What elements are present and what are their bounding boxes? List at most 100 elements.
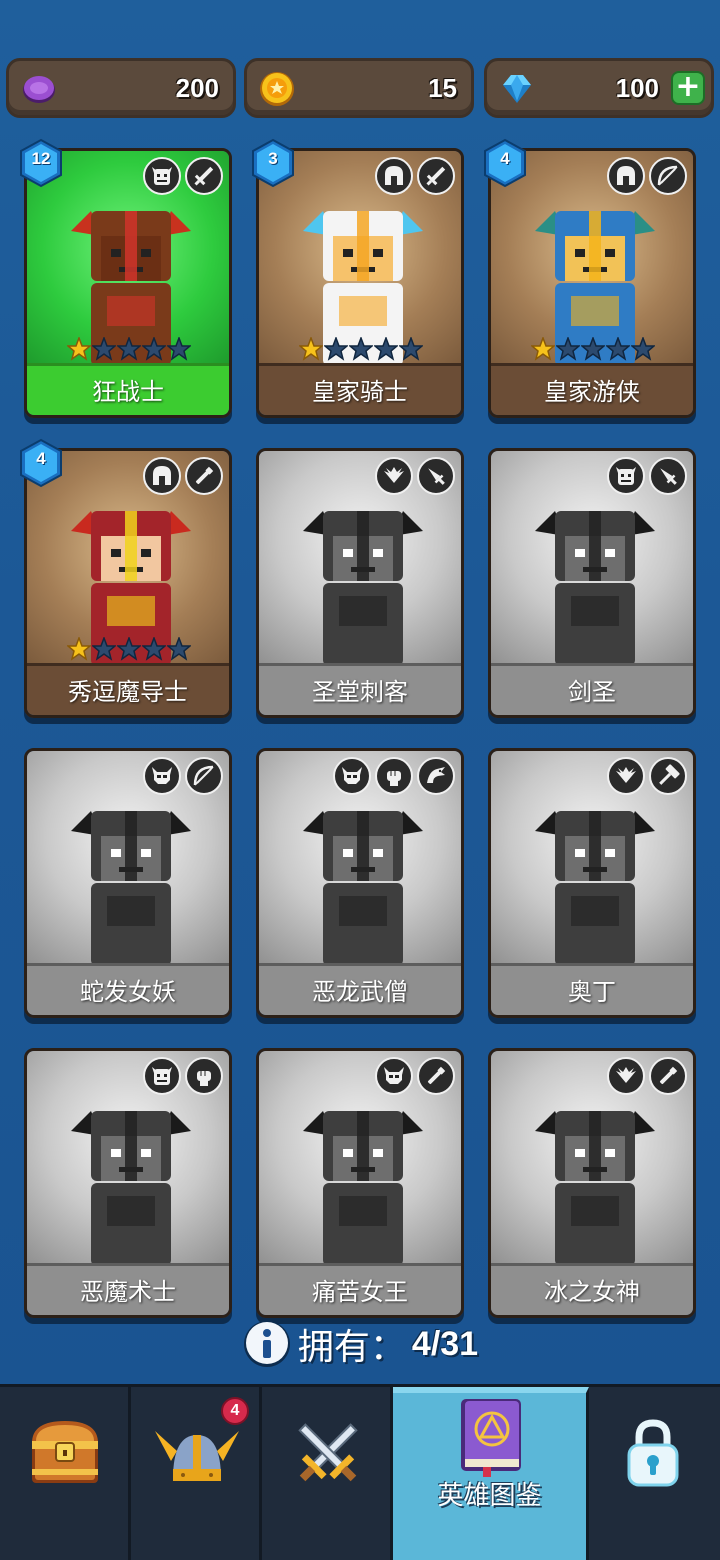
star-empty-icon bbox=[349, 337, 373, 361]
hero-portrait bbox=[535, 1111, 655, 1266]
heroes-notification-badge: 4 bbox=[221, 1397, 249, 1425]
hammer-icon bbox=[649, 757, 687, 795]
winged-emblem-icon bbox=[607, 1057, 645, 1095]
sword-icon bbox=[185, 157, 223, 195]
star-empty-icon bbox=[324, 337, 348, 361]
hero-card[interactable]: 剑圣 bbox=[488, 448, 696, 718]
hero-name: 奥丁 bbox=[491, 963, 693, 1015]
dragon-icon bbox=[417, 757, 455, 795]
hero-card[interactable]: 恶龙武僧 bbox=[256, 748, 464, 1018]
hero-portrait bbox=[71, 811, 191, 966]
hero-name: 剑圣 bbox=[491, 663, 693, 715]
tab-battle[interactable] bbox=[262, 1387, 393, 1560]
hero-class-badges bbox=[143, 157, 223, 195]
orc-face-icon bbox=[143, 1057, 181, 1095]
hero-class-badges bbox=[607, 1057, 687, 1095]
gold-coin-icon bbox=[260, 72, 294, 106]
coin-counter: 15 bbox=[244, 58, 474, 118]
orc-face-icon bbox=[143, 157, 181, 195]
hero-portrait bbox=[303, 511, 423, 666]
spartan-helmet-icon bbox=[143, 457, 181, 495]
winged-emblem-icon bbox=[375, 457, 413, 495]
star-empty-icon bbox=[167, 637, 191, 661]
hero-card[interactable]: 皇家游侠 bbox=[488, 148, 696, 418]
hero-level-badge: 3 bbox=[250, 138, 296, 188]
hero-star-rating bbox=[67, 637, 191, 661]
owned-label: 拥有： bbox=[297, 1327, 406, 1368]
star-empty-icon bbox=[606, 337, 630, 361]
star-empty-icon bbox=[399, 337, 423, 361]
spartan-helmet-icon bbox=[607, 157, 645, 195]
hero-name: 冰之女神 bbox=[491, 1263, 693, 1315]
spellbook-icon bbox=[461, 1399, 521, 1477]
wand-icon bbox=[417, 1057, 455, 1095]
hero-card[interactable]: 皇家骑士 bbox=[256, 148, 464, 418]
hero-class-badges bbox=[375, 457, 455, 495]
star-empty-icon bbox=[142, 337, 166, 361]
star-empty-icon bbox=[581, 337, 605, 361]
hero-level-number: 4 bbox=[500, 149, 510, 168]
hero-card[interactable]: 蛇发女妖 bbox=[24, 748, 232, 1018]
hero-name: 痛苦女王 bbox=[259, 1263, 461, 1315]
sword-icon bbox=[417, 157, 455, 195]
hero-class-badges bbox=[333, 757, 455, 795]
hero-card[interactable]: 冰之女神 bbox=[488, 1048, 696, 1318]
hero-name: 恶龙武僧 bbox=[259, 963, 461, 1015]
star-empty-icon bbox=[92, 337, 116, 361]
hero-level-number: 4 bbox=[36, 449, 46, 468]
winged-emblem-icon bbox=[607, 757, 645, 795]
hero-portrait bbox=[303, 811, 423, 966]
star-empty-icon bbox=[374, 337, 398, 361]
hero-card[interactable]: 奥丁 bbox=[488, 748, 696, 1018]
hero-portrait bbox=[535, 511, 655, 666]
tab-hero-codex-label: 英雄图鉴 bbox=[437, 1481, 542, 1511]
hero-name: 秀逗魔导士 bbox=[27, 663, 229, 715]
hero-card[interactable]: 秀逗魔导士 bbox=[24, 448, 232, 718]
star-empty-icon bbox=[117, 637, 141, 661]
tab-locked[interactable] bbox=[589, 1387, 720, 1560]
hero-level-number: 12 bbox=[31, 149, 51, 168]
star-filled-icon bbox=[67, 337, 91, 361]
info-icon[interactable] bbox=[242, 1319, 292, 1369]
star-filled-icon bbox=[67, 637, 91, 661]
hero-level-badge: 4 bbox=[18, 438, 64, 488]
hero-name: 皇家骑士 bbox=[259, 363, 461, 415]
fist-icon bbox=[185, 1057, 223, 1095]
star-empty-icon bbox=[556, 337, 580, 361]
dagger-icon bbox=[649, 457, 687, 495]
bow-icon bbox=[185, 757, 223, 795]
wand-icon bbox=[649, 1057, 687, 1095]
winged-helmet-icon bbox=[155, 1431, 239, 1481]
purple-gem-icon bbox=[23, 76, 55, 103]
hero-card[interactable]: 圣堂刺客 bbox=[256, 448, 464, 718]
hero-portrait bbox=[303, 1111, 423, 1266]
hero-card[interactable]: 狂战士 bbox=[24, 148, 232, 418]
tab-hero-codex[interactable]: 英雄图鉴 bbox=[393, 1387, 589, 1560]
hero-level-number: 3 bbox=[268, 149, 278, 168]
star-filled-icon bbox=[299, 337, 323, 361]
hero-star-rating bbox=[299, 337, 423, 361]
hero-level-badge: 12 bbox=[18, 138, 64, 188]
demon-skull-icon bbox=[375, 1057, 413, 1095]
hero-class-badges bbox=[375, 1057, 455, 1095]
hero-class-badges bbox=[607, 757, 687, 795]
buy-diamonds-button[interactable]: + bbox=[671, 71, 705, 105]
hero-card[interactable]: 恶魔术士 bbox=[24, 1048, 232, 1318]
hero-star-rating bbox=[531, 337, 655, 361]
bow-icon bbox=[649, 157, 687, 195]
fist-icon bbox=[375, 757, 413, 795]
hero-name: 皇家游侠 bbox=[491, 363, 693, 415]
tab-heroes[interactable]: 4 bbox=[131, 1387, 262, 1560]
diamond-counter: 100 + bbox=[484, 58, 714, 118]
treasure-chest-icon bbox=[32, 1421, 98, 1483]
diamond-amount: 100 bbox=[615, 73, 659, 103]
hero-name: 狂战士 bbox=[27, 363, 229, 415]
hero-class-badges bbox=[375, 157, 455, 195]
hero-name: 蛇发女妖 bbox=[27, 963, 229, 1015]
star-empty-icon bbox=[117, 337, 141, 361]
tab-shop[interactable] bbox=[0, 1387, 131, 1560]
hero-card[interactable]: 痛苦女王 bbox=[256, 1048, 464, 1318]
hero-class-badges bbox=[143, 1057, 223, 1095]
star-empty-icon bbox=[631, 337, 655, 361]
hero-portrait bbox=[71, 1111, 191, 1266]
